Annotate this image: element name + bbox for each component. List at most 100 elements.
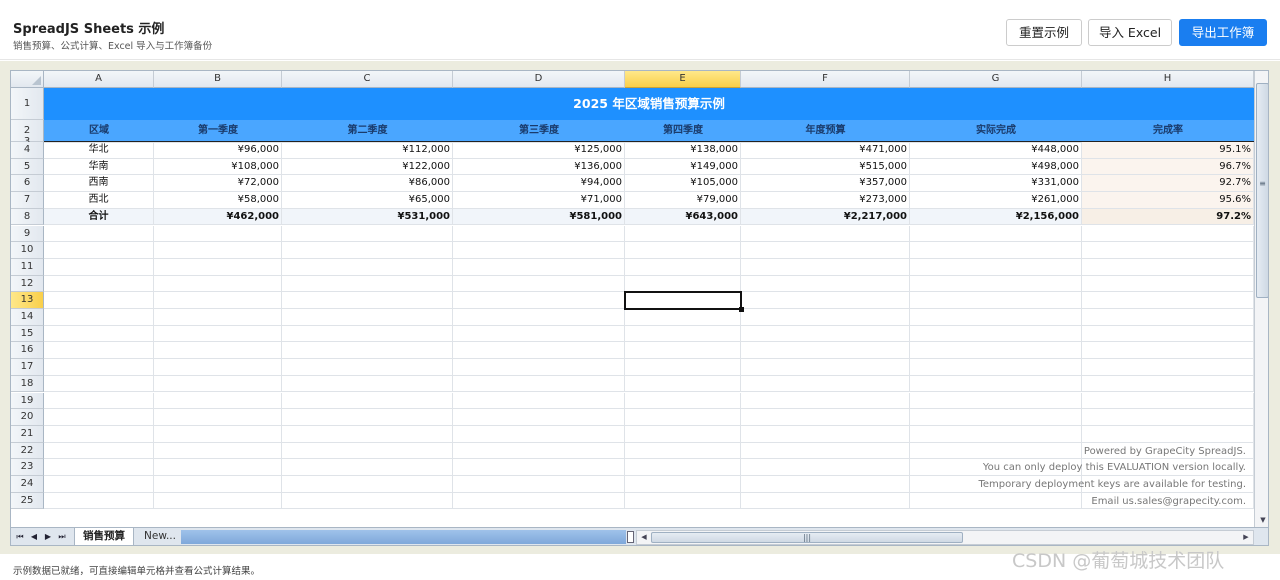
empty-cell[interactable] <box>154 325 282 343</box>
empty-cell[interactable] <box>282 292 453 309</box>
prev-sheet-icon[interactable]: ◀ <box>28 531 40 543</box>
empty-cell[interactable] <box>910 392 1082 410</box>
empty-cell[interactable] <box>44 359 154 376</box>
empty-cell[interactable] <box>44 375 154 393</box>
empty-cell[interactable] <box>453 275 625 293</box>
empty-cell[interactable] <box>910 492 1082 510</box>
empty-cell[interactable] <box>282 425 453 443</box>
data-cell[interactable]: 96.7% <box>1082 158 1254 176</box>
row-header-7[interactable]: 7 <box>11 192 44 209</box>
empty-cell[interactable] <box>154 392 282 410</box>
data-cell[interactable]: ¥138,000 <box>625 142 741 159</box>
empty-cell[interactable] <box>44 442 154 460</box>
empty-cell[interactable] <box>910 342 1082 360</box>
empty-cell[interactable] <box>44 409 154 426</box>
column-header-a[interactable]: A <box>44 71 154 88</box>
header-cell[interactable]: 实际完成 <box>910 120 1082 142</box>
empty-cell[interactable] <box>910 375 1082 393</box>
data-cell[interactable]: ¥2,156,000 <box>910 208 1082 226</box>
column-header-e[interactable]: E <box>625 71 741 88</box>
empty-cell[interactable] <box>453 292 625 309</box>
empty-cell[interactable] <box>741 225 910 243</box>
data-cell[interactable]: 95.1% <box>1082 142 1254 159</box>
data-cell[interactable]: ¥72,000 <box>154 175 282 193</box>
sheet-title-cell[interactable]: 2025 年区域销售预算示例 <box>44 88 1254 120</box>
data-cell[interactable]: ¥58,000 <box>154 192 282 209</box>
horizontal-scroll-thumb[interactable]: ||| <box>651 532 963 543</box>
empty-cell[interactable] <box>453 309 625 326</box>
column-header-g[interactable]: G <box>910 71 1082 88</box>
empty-cell[interactable] <box>1082 409 1254 426</box>
empty-cell[interactable] <box>453 492 625 510</box>
empty-cell[interactable] <box>741 392 910 410</box>
empty-cell[interactable] <box>1082 392 1254 410</box>
empty-cell[interactable] <box>625 309 741 326</box>
empty-cell[interactable] <box>625 409 741 426</box>
empty-cell[interactable] <box>282 476 453 493</box>
data-cell[interactable]: ¥462,000 <box>154 208 282 226</box>
row-header-6[interactable]: 6 <box>11 175 44 193</box>
scroll-left-icon[interactable]: ◀ <box>637 531 651 543</box>
row-header-12[interactable]: 12 <box>11 275 44 293</box>
export-workbook-button[interactable]: 导出工作簿 <box>1179 19 1267 46</box>
data-cell[interactable]: ¥96,000 <box>154 142 282 159</box>
empty-cell[interactable] <box>910 292 1082 309</box>
data-cell[interactable]: ¥261,000 <box>910 192 1082 209</box>
header-cell[interactable]: 第四季度 <box>625 120 741 142</box>
scroll-down-icon[interactable]: ▼ <box>1256 514 1268 526</box>
data-cell[interactable]: ¥357,000 <box>741 175 910 193</box>
empty-cell[interactable] <box>625 492 741 510</box>
empty-cell[interactable] <box>910 409 1082 426</box>
empty-cell[interactable] <box>1082 225 1254 243</box>
empty-cell[interactable] <box>625 459 741 476</box>
empty-cell[interactable] <box>453 425 625 443</box>
import-excel-button[interactable]: 导入 Excel <box>1088 19 1172 46</box>
row-header-8[interactable]: 8 <box>11 208 44 226</box>
empty-cell[interactable] <box>741 375 910 393</box>
empty-cell[interactable] <box>44 325 154 343</box>
empty-cell[interactable] <box>154 476 282 493</box>
empty-cell[interactable] <box>44 392 154 410</box>
empty-cell[interactable] <box>910 275 1082 293</box>
empty-cell[interactable] <box>154 492 282 510</box>
row-header-22[interactable]: 22 <box>11 442 44 460</box>
data-cell[interactable]: 92.7% <box>1082 175 1254 193</box>
column-header-c[interactable]: C <box>282 71 453 88</box>
data-cell[interactable]: ¥448,000 <box>910 142 1082 159</box>
empty-cell[interactable] <box>154 225 282 243</box>
data-cell[interactable]: ¥331,000 <box>910 175 1082 193</box>
empty-cell[interactable] <box>1082 258 1254 276</box>
spreadsheet[interactable]: ABCDEFGH12345678910111213141516171819202… <box>10 70 1269 546</box>
data-cell[interactable]: ¥498,000 <box>910 158 1082 176</box>
empty-cell[interactable] <box>282 375 453 393</box>
empty-cell[interactable] <box>154 309 282 326</box>
empty-cell[interactable] <box>1082 242 1254 259</box>
data-cell[interactable]: ¥149,000 <box>625 158 741 176</box>
empty-cell[interactable] <box>154 359 282 376</box>
empty-cell[interactable] <box>44 492 154 510</box>
row-header-1[interactable]: 1 <box>11 88 44 120</box>
empty-cell[interactable] <box>282 342 453 360</box>
data-cell[interactable]: 西北 <box>44 192 154 209</box>
empty-cell[interactable] <box>741 258 910 276</box>
empty-cell[interactable] <box>282 459 453 476</box>
empty-cell[interactable] <box>44 292 154 309</box>
empty-cell[interactable] <box>154 342 282 360</box>
empty-cell[interactable] <box>741 275 910 293</box>
row-header-18[interactable]: 18 <box>11 375 44 393</box>
empty-cell[interactable] <box>741 425 910 443</box>
empty-cell[interactable] <box>44 258 154 276</box>
data-cell[interactable]: ¥71,000 <box>453 192 625 209</box>
data-cell[interactable]: 95.6% <box>1082 192 1254 209</box>
empty-cell[interactable] <box>625 442 741 460</box>
empty-cell[interactable] <box>741 242 910 259</box>
data-cell[interactable]: 西南 <box>44 175 154 193</box>
data-cell[interactable]: ¥122,000 <box>282 158 453 176</box>
select-all-corner[interactable] <box>11 71 44 88</box>
empty-cell[interactable] <box>282 258 453 276</box>
empty-cell[interactable] <box>625 392 741 410</box>
cell-grid[interactable]: ABCDEFGH12345678910111213141516171819202… <box>11 71 1254 527</box>
empty-cell[interactable] <box>44 242 154 259</box>
header-cell[interactable]: 第一季度 <box>154 120 282 142</box>
empty-cell[interactable] <box>453 459 625 476</box>
